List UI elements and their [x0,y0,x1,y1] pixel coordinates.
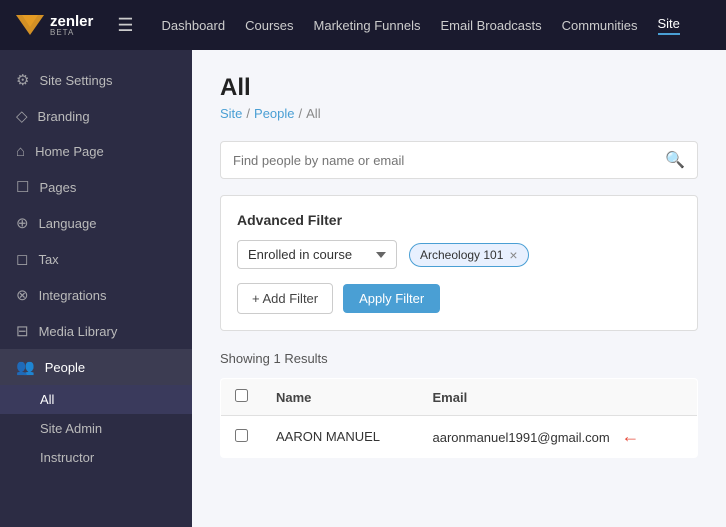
breadcrumb: Site / People / All [220,106,698,121]
nav-marketing-funnels[interactable]: Marketing Funnels [314,18,421,33]
header-email: Email [419,379,698,416]
sidebar-label-home-page: Home Page [35,144,104,159]
diamond-icon: ◇ [16,107,28,125]
sidebar-item-pages[interactable]: ☐ Pages [0,169,192,205]
row-email: aaronmanuel1991@gmail.com ← [419,416,698,458]
breadcrumb-people[interactable]: People [254,106,294,121]
nav-menu: Dashboard Courses Marketing Funnels Emai… [162,16,680,35]
sidebar-sub-instructor[interactable]: Instructor [0,443,192,472]
row-checkbox-cell [221,416,263,458]
media-icon: ⊟ [16,322,29,340]
search-input[interactable] [233,153,665,168]
search-icon: 🔍 [665,150,685,170]
sidebar-sub-site-admin[interactable]: Site Admin [0,414,192,443]
nav-dashboard[interactable]: Dashboard [162,18,226,33]
sidebar-label-tax: Tax [38,252,58,267]
top-navigation: zenler BETA ☰ Dashboard Courses Marketin… [0,0,726,50]
pages-icon: ☐ [16,178,29,196]
sidebar-label-language: Language [39,216,97,231]
sidebar-item-media-library[interactable]: ⊟ Media Library [0,313,192,349]
sidebar-item-site-settings[interactable]: ⚙ Site Settings [0,62,192,98]
sidebar-item-language[interactable]: ⊕ Language [0,205,192,241]
sidebar-sub-all[interactable]: All [0,385,192,414]
table-row: AARON MANUEL aaronmanuel1991@gmail.com ← [221,416,698,458]
sidebar-label-site-settings: Site Settings [39,73,112,88]
language-icon: ⊕ [16,214,29,232]
sidebar-item-branding[interactable]: ◇ Branding [0,98,192,134]
nav-courses[interactable]: Courses [245,18,293,33]
search-bar: 🔍 [220,141,698,179]
sidebar-item-tax[interactable]: ◻ Tax [0,241,192,277]
table-body: AARON MANUEL aaronmanuel1991@gmail.com ← [221,416,698,458]
filter-box: Advanced Filter Enrolled in course Arche… [220,195,698,331]
sidebar-label-people: People [45,360,85,375]
main-content: All Site / People / All 🔍 Advanced Filte… [192,50,726,527]
sidebar-section-main: ⚙ Site Settings ◇ Branding ⌂ Home Page ☐… [0,58,192,476]
sidebar-item-integrations[interactable]: ⊗ Integrations [0,277,192,313]
results-table: Name Email AARON MANUEL aaronmanuel1991@… [220,378,698,458]
nav-email-broadcasts[interactable]: Email Broadcasts [440,18,541,33]
apply-filter-button[interactable]: Apply Filter [343,284,440,313]
people-icon: 👥 [16,358,35,376]
header-checkbox-cell [221,379,263,416]
filter-tag-close[interactable]: × [509,248,517,262]
menu-toggle[interactable]: ☰ [117,15,133,36]
sidebar-item-home-page[interactable]: ⌂ Home Page [0,134,192,169]
filter-title: Advanced Filter [237,212,681,228]
breadcrumb-site[interactable]: Site [220,106,242,121]
add-filter-button[interactable]: + Add Filter [237,283,333,314]
nav-site[interactable]: Site [658,16,680,35]
sidebar-label-branding: Branding [38,109,90,124]
results-count: Showing 1 Results [220,351,698,366]
brand-logo: zenler BETA [16,13,93,37]
breadcrumb-current: All [306,106,320,121]
filter-tag-label: Archeology 101 [420,248,503,262]
filter-row: Enrolled in course Archeology 101 × [237,240,681,269]
filter-select[interactable]: Enrolled in course [237,240,397,269]
page-title: All [220,74,698,102]
home-icon: ⌂ [16,143,25,160]
select-all-checkbox[interactable] [235,389,248,402]
sidebar-label-media-library: Media Library [39,324,118,339]
filter-tag: Archeology 101 × [409,243,529,267]
row-name: AARON MANUEL [262,416,419,458]
table-header: Name Email [221,379,698,416]
nav-communities[interactable]: Communities [562,18,638,33]
gear-icon: ⚙ [16,71,29,89]
sidebar-label-pages: Pages [39,180,76,195]
tax-icon: ◻ [16,250,28,268]
sidebar-label-integrations: Integrations [39,288,107,303]
integrations-icon: ⊗ [16,286,29,304]
arrow-indicator: ← [621,426,639,447]
logo-icon [16,15,44,35]
filter-actions: + Add Filter Apply Filter [237,283,681,314]
header-name: Name [262,379,419,416]
sidebar-item-people[interactable]: 👥 People [0,349,192,385]
row-checkbox[interactable] [235,429,248,442]
sidebar: ⚙ Site Settings ◇ Branding ⌂ Home Page ☐… [0,50,192,527]
